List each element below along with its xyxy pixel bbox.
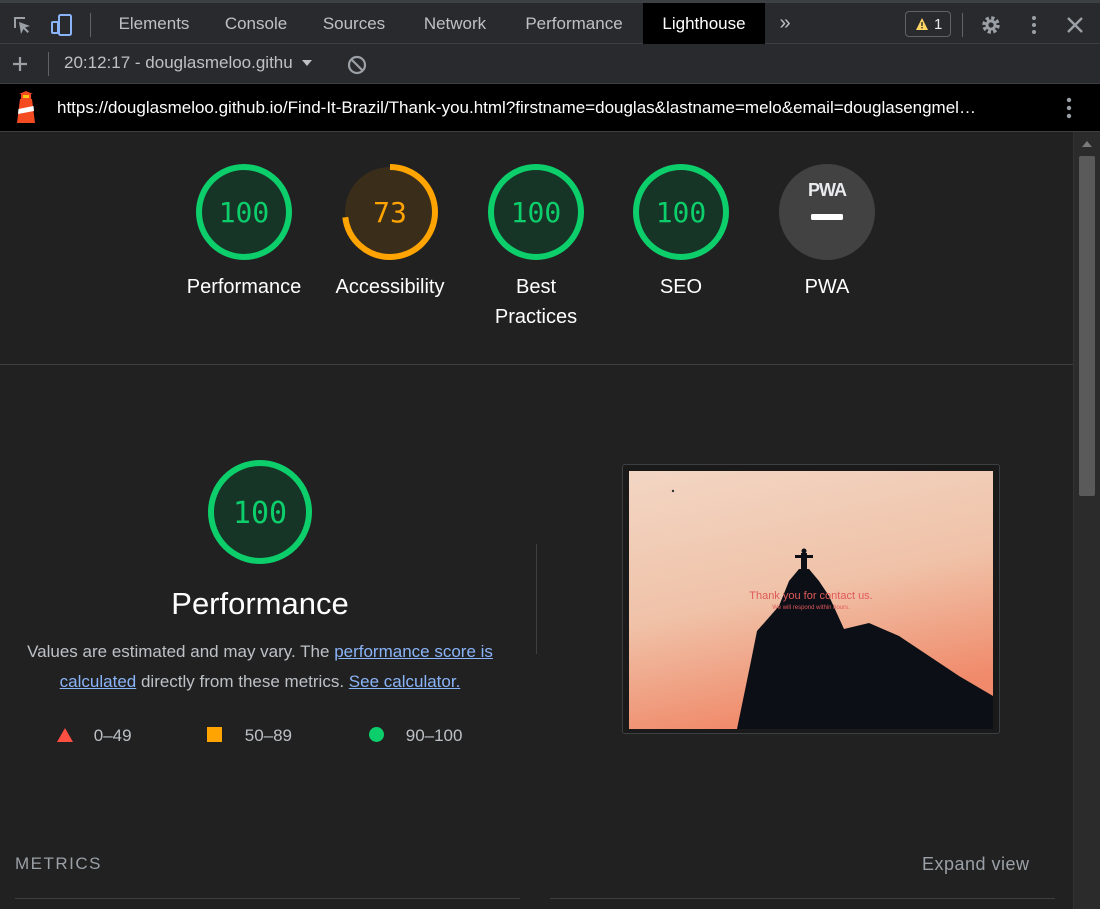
double-chevron-right-icon[interactable]: » xyxy=(772,3,798,44)
pwa-badge-text: PWA xyxy=(808,180,847,200)
scrollbar-thumb[interactable] xyxy=(1079,156,1095,496)
legend-range: 0–49 xyxy=(93,726,132,745)
score-ring: 73 xyxy=(342,164,438,260)
report-url: https://douglasmeloo.github.io/Find-It-B… xyxy=(57,98,976,117)
toolbar-separator xyxy=(48,52,49,76)
score-value: 100 xyxy=(219,196,270,229)
scroll-up-icon[interactable] xyxy=(1081,140,1093,148)
legend-pass: 90–100 xyxy=(369,726,462,746)
url-bar: https://douglasmeloo.github.io/Find-It-B… xyxy=(0,84,1100,132)
legend-range: 90–100 xyxy=(405,726,463,745)
vertical-scrollbar[interactable] xyxy=(1073,132,1100,909)
warning-icon xyxy=(916,18,928,30)
score-value: 100 xyxy=(656,196,707,229)
warning-count: 1 xyxy=(934,16,943,33)
tab-performance[interactable]: Performance xyxy=(510,3,638,44)
report-select-value: 20:12:17 - douglasmeloo.githu xyxy=(64,53,293,72)
metrics-divider xyxy=(15,898,520,899)
gauge-pwa[interactable]: PWA PWA xyxy=(737,162,917,302)
chevron-down-icon xyxy=(302,60,313,66)
score-value: 100 xyxy=(511,196,562,229)
clear-icon[interactable] xyxy=(346,54,368,76)
circle-icon xyxy=(369,727,384,742)
close-icon[interactable] xyxy=(1063,13,1087,37)
legend-average: 50–89 xyxy=(207,726,292,746)
screenshot-caption: Thank you for contact us. xyxy=(749,590,873,602)
inspect-element-icon[interactable] xyxy=(10,13,34,37)
tab-console[interactable]: Console xyxy=(210,3,302,44)
performance-description: Values are estimated and may vary. The p… xyxy=(15,637,505,697)
legend-fail: 0–49 xyxy=(57,726,132,746)
kebab-menu-icon[interactable] xyxy=(1058,96,1080,120)
kebab-menu-icon[interactable] xyxy=(1022,13,1046,37)
pwa-badge-icon: PWA xyxy=(779,164,875,260)
tab-sources[interactable]: Sources xyxy=(308,3,400,44)
desc-text: directly from these metrics. xyxy=(136,672,349,691)
see-calculator-link[interactable]: See calculator. xyxy=(349,672,461,691)
section-divider xyxy=(0,364,1073,365)
triangle-icon xyxy=(57,728,73,742)
plus-icon[interactable] xyxy=(10,54,30,74)
performance-title: Performance xyxy=(171,586,349,621)
metrics-heading: METRICS xyxy=(15,854,102,873)
desc-text: Values are estimated and may vary. The xyxy=(27,642,335,661)
performance-score-gauge: 100 xyxy=(208,460,312,564)
square-icon xyxy=(207,727,222,742)
devtools-tab-bar: Elements Console Sources Network Perform… xyxy=(0,0,1100,44)
performance-score: 100 xyxy=(233,496,287,531)
tab-elements[interactable]: Elements xyxy=(104,3,204,44)
page-screenshot-image: Thank you for contact us. We will respon… xyxy=(629,471,993,729)
toolbar-separator xyxy=(90,13,91,37)
final-screenshot[interactable]: Thank you for contact us. We will respon… xyxy=(622,464,1000,734)
warning-badge[interactable]: 1 xyxy=(905,11,951,37)
legend-range: 50–89 xyxy=(244,726,293,745)
score-ring: 100 xyxy=(633,164,729,260)
expand-view-toggle[interactable]: Expand view xyxy=(922,854,1030,875)
device-toolbar-icon[interactable] xyxy=(50,13,74,37)
score-value: 73 xyxy=(373,196,407,229)
tab-lighthouse[interactable]: Lighthouse xyxy=(643,3,765,44)
vertical-divider xyxy=(536,544,537,654)
lighthouse-toolbar: 20:12:17 - douglasmeloo.githu xyxy=(0,44,1100,84)
lighthouse-logo-icon xyxy=(17,91,35,123)
report-select[interactable]: 20:12:17 - douglasmeloo.githu xyxy=(64,53,313,73)
score-ring: 100 xyxy=(488,164,584,260)
lighthouse-report: 100 Performance 73 Accessibility 100 Bes… xyxy=(0,132,1073,909)
tab-network[interactable]: Network xyxy=(406,3,504,44)
gauge-label: PWA xyxy=(804,276,850,298)
metrics-divider xyxy=(550,898,1055,899)
screenshot-subcaption: We will respond within hours. xyxy=(772,605,850,611)
gauge-label: Best Practices xyxy=(494,276,578,328)
gear-icon[interactable] xyxy=(979,13,1003,37)
toolbar-separator xyxy=(962,13,963,37)
score-ring: 100 xyxy=(196,164,292,260)
